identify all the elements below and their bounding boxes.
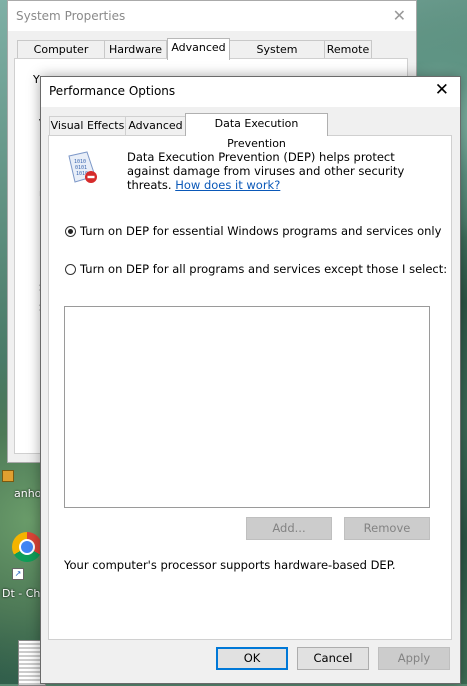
radio-label: Turn on DEP for all programs and service…	[80, 262, 448, 276]
window-title: System Properties	[16, 9, 126, 23]
dialog-title: Performance Options	[49, 84, 176, 98]
processor-support-text: Your computer's processor supports hardw…	[64, 558, 396, 572]
tab-computer-name[interactable]: Computer Name	[17, 40, 105, 74]
radio-label: Turn on DEP for essential Windows progra…	[80, 224, 442, 238]
performance-options-dialog: Performance Options ✕ Visual Effects Adv…	[40, 76, 461, 684]
exception-programs-list[interactable]	[64, 306, 430, 508]
tab-advanced[interactable]: Advanced	[125, 116, 186, 135]
dep-shield-icon: 1010 0101 1010	[68, 151, 97, 183]
radio-button-selected[interactable]	[65, 225, 76, 237]
ok-button[interactable]: OK	[216, 647, 288, 670]
radio-option-all-programs[interactable]: Turn on DEP for all programs and service…	[65, 262, 447, 276]
tab-visual-effects[interactable]: Visual Effects	[49, 116, 126, 135]
tab-remote[interactable]: Remote	[324, 40, 372, 59]
text-fragment: Y	[33, 73, 40, 86]
title-bar: Performance Options ✕	[41, 77, 460, 107]
close-icon[interactable]: ✕	[435, 80, 449, 100]
tab-system-protection[interactable]: System Protection	[229, 40, 325, 74]
desktop-icon-label[interactable]: anho	[14, 487, 41, 500]
close-icon[interactable]: ✕	[393, 6, 406, 25]
title-bar: System Properties ✕	[8, 1, 416, 31]
chrome-icon[interactable]	[12, 532, 42, 562]
how-does-it-work-link[interactable]: How does it work?	[175, 178, 280, 192]
remove-button[interactable]: Remove	[344, 517, 430, 540]
tab-data-execution-prevention[interactable]: Data Execution Prevention	[185, 113, 328, 150]
folder-icon[interactable]	[2, 470, 14, 482]
apply-button[interactable]: Apply	[378, 647, 450, 670]
shortcut-arrow-icon: ↗	[12, 568, 24, 580]
radio-button[interactable]	[65, 263, 76, 275]
tab-hardware[interactable]: Hardware	[104, 40, 167, 59]
dep-tab-panel: 1010 0101 1010 Data Execution Prevention…	[48, 135, 452, 640]
dep-description: Data Execution Prevention (DEP) helps pr…	[127, 150, 427, 192]
tab-advanced[interactable]: Advanced	[167, 38, 230, 60]
cancel-button[interactable]: Cancel	[297, 647, 369, 670]
desktop-icon-label[interactable]: Dt - Ch	[2, 587, 40, 600]
add-button[interactable]: Add...	[246, 517, 332, 540]
radio-option-essential[interactable]: Turn on DEP for essential Windows progra…	[65, 224, 441, 238]
